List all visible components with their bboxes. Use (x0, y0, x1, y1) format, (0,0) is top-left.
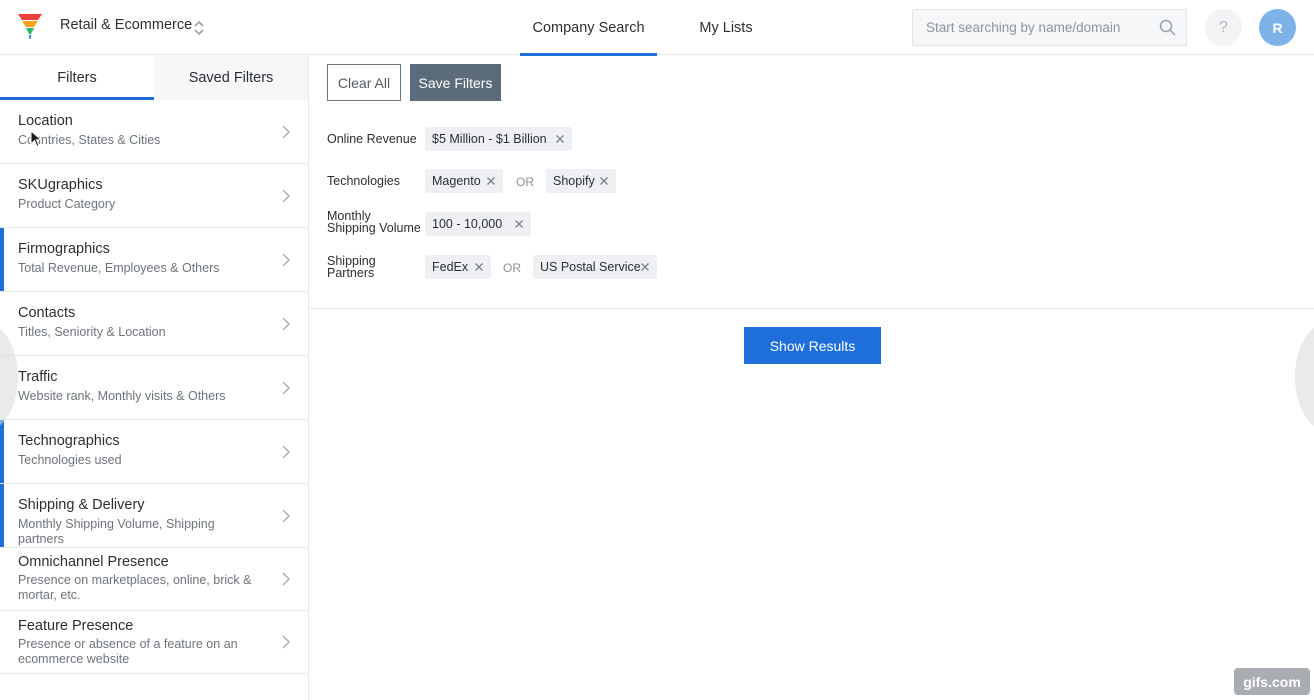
filter-chip: FedEx (425, 255, 491, 279)
filter-chip-label: 100 - 10,000 (432, 217, 503, 231)
sidebar-item-subtitle: Website rank, Monthly visits & Others (18, 389, 226, 403)
workspace-name[interactable]: Retail & Ecommerce (60, 17, 192, 33)
save-filters-button[interactable]: Save Filters (410, 64, 501, 101)
search-icon[interactable] (1159, 19, 1176, 36)
tab-my-lists[interactable]: My Lists (688, 0, 764, 55)
sidebar-item-contacts[interactable]: Contacts Titles, Seniority & Location (0, 292, 308, 356)
sidebar-item-subtitle: Presence on marketplaces, online, brick … (18, 573, 252, 602)
tab-filters[interactable]: Filters (0, 55, 154, 100)
sidebar-item-title: Feature Presence (18, 618, 134, 634)
filter-chip-label: FedEx (432, 260, 469, 274)
filter-sidebar: Filters Saved Filters Location Countries… (0, 55, 309, 700)
tab-saved-filters[interactable]: Saved Filters (154, 55, 308, 100)
sidebar-item-skugraphics[interactable]: SKUgraphics Product Category (0, 164, 308, 228)
chevron-right-icon (282, 381, 290, 395)
chevron-right-icon (282, 445, 290, 459)
sidebar-item-subtitle: Monthly Shipping Volume, Shipping partne… (18, 517, 215, 546)
sidebar-item-title: Traffic (18, 369, 58, 385)
sidebar-item-firmographics[interactable]: Firmographics Total Revenue, Employees &… (0, 228, 308, 292)
remove-chip-icon[interactable] (555, 134, 565, 144)
filter-label-online-revenue: Online Revenue (327, 132, 417, 146)
filter-chip-label: US Postal Service (540, 260, 641, 274)
top-navigation-bar: Retail & Ecommerce Company Search My Lis… (0, 0, 1314, 56)
filter-chip-label: $5 Million - $1 Billion (432, 132, 547, 146)
sidebar-item-shipping-delivery[interactable]: Shipping & Delivery Monthly Shipping Vol… (0, 484, 308, 548)
filter-chip-label: Magento (432, 174, 481, 188)
chevron-right-icon (282, 572, 290, 586)
sidebar-item-title: Technographics (18, 433, 120, 449)
tab-company-search[interactable]: Company Search (520, 0, 657, 56)
user-avatar[interactable]: R (1259, 9, 1296, 46)
section-divider (309, 308, 1314, 309)
company-search-input[interactable] (913, 10, 1153, 45)
updown-chevron-icon[interactable] (192, 18, 206, 38)
sidebar-item-title: Location (18, 113, 73, 129)
sidebar-item-title: Contacts (18, 305, 76, 321)
chevron-right-icon (282, 509, 290, 523)
company-search-box (912, 9, 1187, 46)
chevron-right-icon (282, 125, 290, 139)
filter-chip: $5 Million - $1 Billion (425, 127, 572, 151)
filter-label-shipping-partners: Shipping Partners (327, 254, 376, 280)
remove-chip-icon[interactable] (640, 262, 650, 272)
sidebar-item-technographics[interactable]: Technographics Technologies used (0, 420, 308, 484)
remove-chip-icon[interactable] (514, 219, 524, 229)
chevron-right-icon (282, 189, 290, 203)
filter-label-technologies: Technologies (327, 174, 400, 188)
chevron-right-icon (282, 317, 290, 331)
sidebar-item-subtitle: Total Revenue, Employees & Others (18, 261, 220, 275)
clear-all-button[interactable]: Clear All (327, 64, 401, 101)
right-edge-shadow (1295, 322, 1314, 432)
sidebar-item-title: SKUgraphics (18, 177, 103, 193)
filter-label-monthly-shipping-volume: Monthly Shipping Volume (327, 209, 421, 235)
help-button[interactable]: ? (1205, 9, 1242, 46)
remove-chip-icon[interactable] (474, 262, 484, 272)
funnel-logo-icon[interactable] (18, 13, 42, 39)
filter-chip: Shopify (546, 169, 616, 193)
sidebar-item-subtitle: Technologies used (18, 453, 122, 467)
sidebar-item-location[interactable]: Location Countries, States & Cities (0, 100, 308, 164)
mouse-cursor-icon (30, 130, 42, 148)
show-results-button[interactable]: Show Results (744, 327, 881, 364)
remove-chip-icon[interactable] (486, 176, 496, 186)
chevron-right-icon (282, 253, 290, 267)
or-separator: OR (503, 261, 521, 275)
gifs-watermark: gifs.com (1234, 668, 1310, 695)
sidebar-item-title: Shipping & Delivery (18, 497, 145, 513)
sidebar-tabs: Filters Saved Filters (0, 55, 308, 100)
filter-chip: US Postal Service (533, 255, 657, 279)
sidebar-item-title: Firmographics (18, 241, 110, 257)
remove-chip-icon[interactable] (599, 176, 609, 186)
filter-chip: 100 - 10,000 (425, 212, 531, 236)
sidebar-item-title: Omnichannel Presence (18, 554, 169, 570)
filter-chip-label: Shopify (553, 174, 595, 188)
sidebar-item-traffic[interactable]: Traffic Website rank, Monthly visits & O… (0, 356, 308, 420)
sidebar-item-subtitle: Titles, Seniority & Location (18, 325, 166, 339)
filter-chip: Magento (425, 169, 503, 193)
sidebar-item-subtitle: Countries, States & Cities (18, 133, 161, 147)
or-separator: OR (516, 175, 534, 189)
sidebar-item-omnichannel-presence[interactable]: Omnichannel Presence Presence on marketp… (0, 548, 308, 611)
sidebar-item-feature-presence[interactable]: Feature Presence Presence or absence of … (0, 611, 308, 674)
chevron-right-icon (282, 635, 290, 649)
sidebar-item-subtitle: Product Category (18, 197, 116, 211)
sidebar-item-subtitle: Presence or absence of a feature on an e… (18, 637, 238, 666)
